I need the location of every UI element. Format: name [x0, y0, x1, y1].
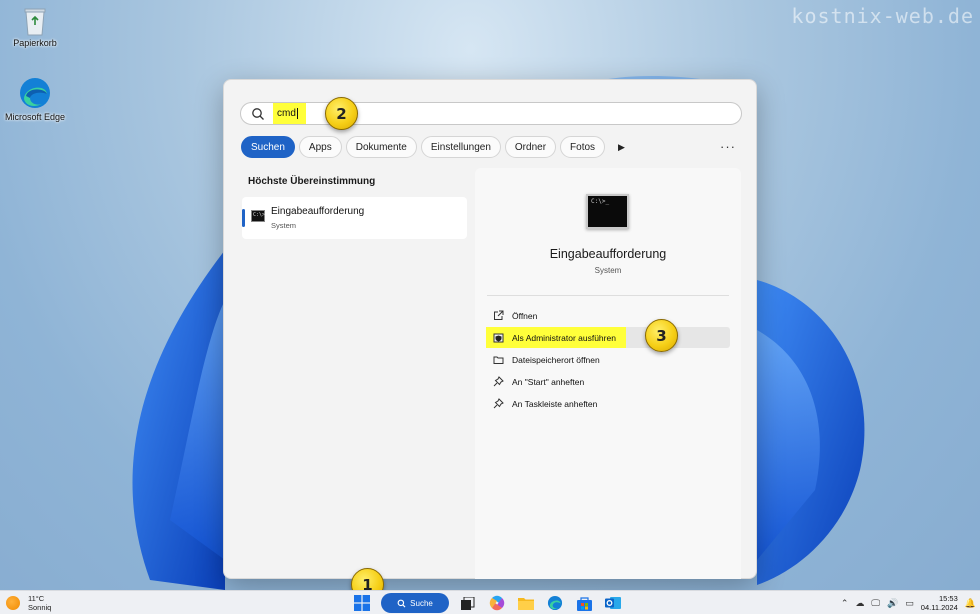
filter-settings[interactable]: Einstellungen	[420, 136, 501, 158]
detail-type: System	[594, 266, 622, 275]
copilot-button[interactable]	[487, 593, 507, 613]
weather-condition: Sonniq	[28, 603, 52, 612]
weather-widget[interactable]: 11°C Sonniq	[6, 594, 51, 612]
system-tray: ⌃ ☁ 🖵 🔊 ▭ 15:53 04.11.2024 🔔	[841, 594, 976, 612]
edge-icon	[20, 78, 50, 108]
open-icon	[492, 310, 504, 322]
weather-text: 11°C Sonniq	[28, 594, 51, 612]
desktop-icon-label: Papierkorb	[13, 38, 57, 48]
highlight-marker: Als Administrator ausführen	[486, 327, 626, 348]
folder-icon	[518, 598, 534, 610]
best-match-heading: Höchste Übereinstimmung	[248, 176, 376, 187]
action-label: Als Administrator ausführen	[512, 332, 616, 343]
pin-icon	[492, 398, 504, 410]
detail-name: Eingabeaufforderung	[549, 247, 667, 261]
filter-photos[interactable]: Fotos	[560, 136, 606, 158]
divider	[487, 295, 729, 296]
file-explorer-button[interactable]	[516, 593, 536, 613]
store-button[interactable]	[574, 593, 594, 613]
filter-folders[interactable]: Ordner	[504, 136, 557, 158]
desktop-icon-label: Microsoft Edge	[4, 112, 66, 122]
filter-search[interactable]: Suchen	[241, 136, 295, 158]
filter-apps[interactable]: Apps	[298, 136, 342, 158]
task-view-icon	[461, 596, 475, 610]
folder-icon	[492, 354, 504, 366]
store-icon	[576, 596, 592, 611]
desktop-icon-edge[interactable]: Microsoft Edge	[0, 76, 70, 122]
cmd-large-icon: C:\>_	[586, 194, 629, 229]
copilot-icon	[489, 595, 505, 611]
action-label: An Taskleiste anheften	[512, 398, 598, 409]
taskbar-apps: Suche	[352, 593, 623, 613]
action-open-file-location[interactable]: Dateispeicherort öffnen	[486, 349, 730, 370]
desktop-icon-recycle-bin[interactable]: Papierkorb	[0, 6, 70, 48]
play-icon: ▶	[618, 141, 625, 152]
filter-more-play[interactable]: ▶	[609, 136, 634, 158]
action-label: Öffnen	[512, 310, 538, 321]
taskbar: 11°C Sonniq Suche ⌃ ☁ 🖵 🔊 ▭ 15:53 04.11.…	[0, 590, 980, 614]
cloud-icon[interactable]: ☁	[855, 598, 864, 609]
outlook-button[interactable]	[603, 593, 623, 613]
text-caret	[296, 108, 298, 119]
search-box[interactable]: cmd	[240, 102, 742, 125]
outlook-icon	[605, 597, 621, 609]
clock[interactable]: 15:53 04.11.2024	[921, 594, 958, 612]
recycle-bin-icon	[24, 8, 46, 36]
search-icon	[252, 107, 264, 120]
sun-icon	[6, 596, 20, 610]
battery-icon[interactable]: ▭	[905, 598, 914, 609]
start-search-panel: cmd 2 Suchen Apps Dokumente Einstellunge…	[223, 79, 757, 579]
action-run-as-admin[interactable]: Als Administrator ausführen	[486, 327, 730, 348]
step-badge-3: 3	[645, 319, 678, 352]
search-query: cmd	[277, 108, 296, 119]
task-view-button[interactable]	[458, 593, 478, 613]
notification-bell-icon[interactable]: 🔔	[965, 598, 976, 609]
start-button[interactable]	[352, 593, 372, 613]
action-pin-to-taskbar[interactable]: An Taskleiste anheften	[486, 393, 730, 414]
search-icon	[397, 599, 406, 607]
edge-icon	[547, 595, 563, 611]
edge-taskbar-button[interactable]	[545, 593, 565, 613]
action-label: An "Start" anheften	[512, 376, 585, 387]
clock-date: 04.11.2024	[920, 603, 958, 612]
action-label: Dateispeicherort öffnen	[512, 354, 600, 365]
step-badge-2: 2	[325, 97, 358, 130]
result-name: Eingabeaufforderung	[271, 206, 365, 217]
weather-temp: 11°C	[28, 594, 45, 603]
windows-logo-icon	[354, 595, 370, 611]
best-match-result[interactable]: C:\> Eingabeaufforderung System	[242, 197, 467, 239]
cmd-icon: C:\>	[251, 210, 265, 222]
action-open[interactable]: Öffnen	[486, 305, 730, 326]
filter-documents[interactable]: Dokumente	[345, 136, 417, 158]
pin-icon	[492, 376, 504, 388]
search-input[interactable]: cmd	[273, 103, 306, 124]
result-type: System	[271, 221, 297, 230]
clock-time: 15:53	[939, 594, 958, 603]
search-filters: Suchen Apps Dokumente Einstellungen Ordn…	[241, 136, 634, 158]
selection-indicator	[242, 209, 245, 227]
more-options-button[interactable]: ···	[720, 139, 736, 154]
taskbar-search-button[interactable]: Suche	[381, 593, 449, 613]
action-pin-to-start[interactable]: An "Start" anheften	[486, 371, 730, 392]
detail-pane: C:\>_ Eingabeaufforderung System Öffnen …	[475, 168, 741, 579]
chevron-up-icon[interactable]: ⌃	[841, 598, 849, 609]
shield-icon	[492, 332, 504, 344]
network-icon[interactable]: 🖵	[871, 598, 880, 609]
volume-icon[interactable]: 🔊	[887, 598, 898, 609]
taskbar-search-label: Suche	[410, 598, 433, 608]
